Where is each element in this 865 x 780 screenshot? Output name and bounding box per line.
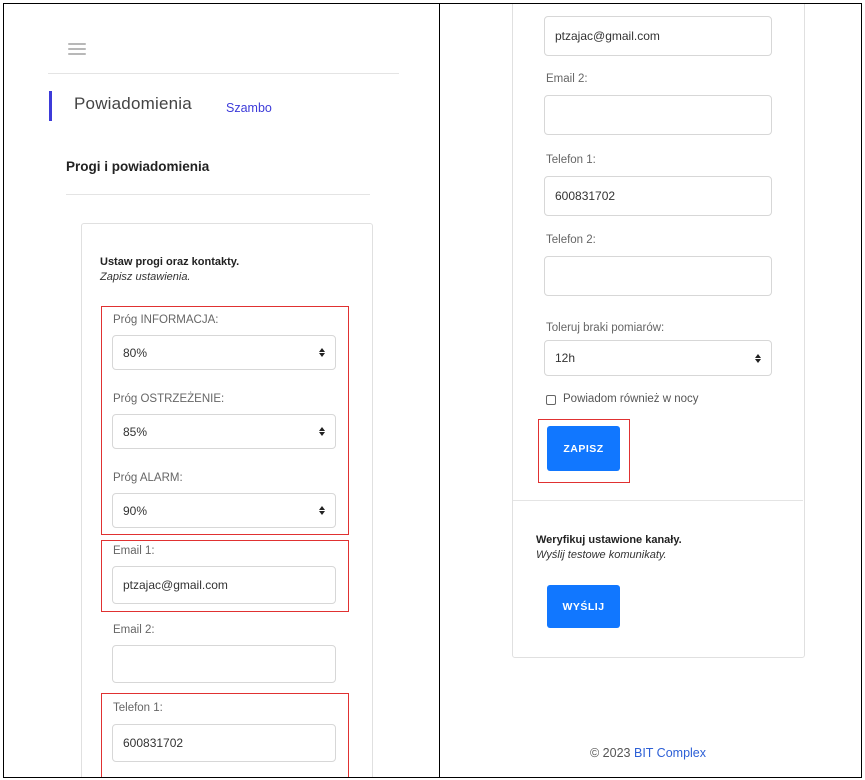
threshold-warning-select[interactable]: 85% xyxy=(112,414,336,449)
threshold-alarm-value: 90% xyxy=(123,503,148,518)
verify-subheading: Wyślij testowe komunikaty. xyxy=(536,549,667,561)
phone1-label: Telefon 1: xyxy=(113,702,163,714)
email2-label: Email 2: xyxy=(546,73,588,85)
email1-field-continued[interactable]: ptzajac@gmail.com xyxy=(544,16,772,56)
threshold-alarm-label: Próg ALARM: xyxy=(113,472,183,484)
email2-field[interactable] xyxy=(112,645,336,683)
header-divider xyxy=(48,73,399,74)
footer-brand-link[interactable]: BIT Complex xyxy=(634,746,706,760)
select-caret-icon xyxy=(755,353,761,363)
tolerance-label: Toleruj braki pomiarów: xyxy=(546,322,665,334)
section-divider xyxy=(66,194,370,195)
card-divider xyxy=(513,500,803,501)
threshold-alarm-select[interactable]: 90% xyxy=(112,493,336,528)
section-heading: Progi i powiadomienia xyxy=(66,159,210,174)
menu-icon[interactable] xyxy=(68,43,86,55)
select-caret-icon xyxy=(319,506,325,515)
page-title: Powiadomienia xyxy=(74,94,192,113)
email2-field[interactable] xyxy=(544,95,772,135)
phone1-field[interactable]: 600831702 xyxy=(544,176,772,216)
email1-field[interactable]: ptzajac@gmail.com xyxy=(112,566,336,604)
phone1-field[interactable]: 600831702 xyxy=(112,724,336,762)
card-subheading: Zapisz ustawienia. xyxy=(100,271,191,283)
breadcrumb-link[interactable]: Szambo xyxy=(226,101,272,115)
save-button[interactable]: ZAPISZ xyxy=(547,426,620,471)
email1-label: Email 1: xyxy=(113,545,155,557)
email2-label: Email 2: xyxy=(113,624,155,636)
title-accent-bar xyxy=(49,91,52,121)
threshold-warning-value: 85% xyxy=(123,424,148,439)
select-caret-icon xyxy=(319,348,325,357)
threshold-info-select[interactable]: 80% xyxy=(112,335,336,370)
phone2-label: Telefon 2: xyxy=(546,234,596,246)
tolerance-value: 12h xyxy=(555,351,576,365)
phone2-field[interactable] xyxy=(544,256,772,296)
night-notify-label: Powiadom również w nocy xyxy=(563,393,699,405)
night-notify-checkbox[interactable] xyxy=(546,395,556,405)
tolerance-select[interactable]: 12h xyxy=(544,340,772,376)
card-heading: Ustaw progi oraz kontakty. xyxy=(100,256,240,268)
threshold-warning-label: Próg OSTRZEŻENIE: xyxy=(113,393,225,405)
verify-heading: Weryfikuj ustawione kanały. xyxy=(536,534,682,546)
footer-copyright: © 2023 xyxy=(590,746,631,760)
send-test-button[interactable]: WYŚLIJ xyxy=(547,585,620,628)
right-screenshot-panel: ptzajac@gmail.com Email 2: Telefon 1: 60… xyxy=(439,3,862,778)
select-caret-icon xyxy=(319,427,325,436)
phone1-label: Telefon 1: xyxy=(546,154,596,166)
threshold-info-label: Próg INFORMACJA: xyxy=(113,314,219,326)
threshold-info-value: 80% xyxy=(123,345,148,360)
left-screenshot-panel: Powiadomienia Szambo Progi i powiadomien… xyxy=(3,3,440,778)
footer: © 2023 BIT Complex xyxy=(590,746,706,760)
